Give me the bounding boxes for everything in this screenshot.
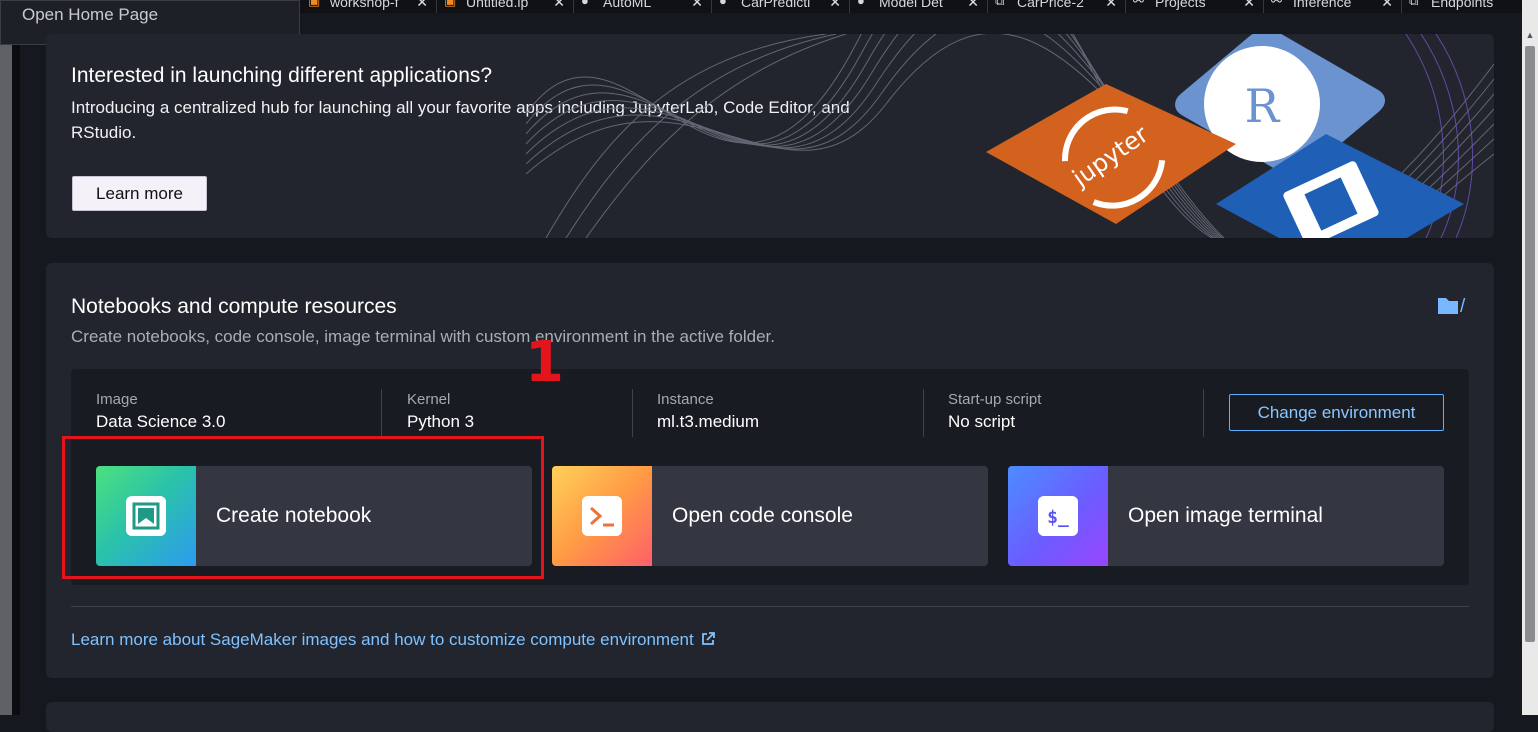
annotation-highlight-box — [62, 436, 544, 579]
r-logo-text: R — [1245, 79, 1281, 133]
terminal-icon: $_ — [1038, 496, 1078, 536]
close-icon[interactable]: ✕ — [1105, 0, 1117, 10]
next-section-card — [46, 702, 1494, 732]
tab-workshop[interactable]: ▣ workshop-f ✕ — [300, 0, 437, 13]
tab-inference[interactable]: ⚯ Inference ✕ — [1263, 0, 1402, 13]
scrollbar[interactable]: ▲ — [1522, 0, 1538, 715]
divider — [1203, 389, 1204, 437]
divider — [923, 389, 924, 437]
person-icon: ● — [581, 0, 589, 8]
open-code-console-button[interactable]: Open code console — [552, 466, 988, 566]
env-instance: Instance ml.t3.medium — [657, 391, 760, 431]
close-icon[interactable]: ✕ — [829, 0, 841, 10]
folder-path: / — [1460, 296, 1466, 317]
tab-untitled[interactable]: ▣ Untitled.ip ✕ — [436, 0, 574, 13]
external-link-icon — [702, 632, 716, 645]
apps-hub-banner: Interested in launching different applic… — [46, 34, 1494, 238]
close-icon[interactable]: ✕ — [967, 0, 979, 10]
console-icon — [582, 496, 622, 536]
person-icon: ● — [719, 0, 727, 8]
divider — [381, 389, 382, 437]
annotation-step-number: 1 — [525, 330, 564, 395]
section-title: Notebooks and compute resources — [71, 295, 397, 318]
learn-more-images-link[interactable]: Learn more about SageMaker images and ho… — [71, 630, 716, 650]
learn-more-button[interactable]: Learn more — [72, 176, 207, 211]
tab-carprice[interactable]: ⧉ CarPrice-2 ✕ — [987, 0, 1126, 13]
person-icon: ● — [857, 0, 865, 8]
env-kernel: Kernel Python 3 — [407, 391, 475, 431]
banner-title: Interested in launching different applic… — [71, 64, 493, 87]
tab-bar: ▣ workshop-f ✕ ▣ Untitled.ip ✕ ● AutoML … — [300, 0, 1522, 13]
close-icon[interactable]: ✕ — [553, 0, 565, 10]
section-subtitle: Create notebooks, code console, image te… — [71, 327, 775, 346]
cube-icon: ⧉ — [995, 0, 1005, 8]
tab-model-details[interactable]: ● Model Det ✕ — [849, 0, 988, 13]
scroll-up-arrow-icon[interactable]: ▲ — [1525, 30, 1535, 40]
close-icon[interactable]: ✕ — [1381, 0, 1393, 10]
divider — [632, 389, 633, 437]
banner-illustration: R jupyter — [526, 34, 1494, 238]
tab-endpoints[interactable]: ⧉ Endpoints — [1401, 0, 1522, 13]
left-sidebar-edge — [12, 0, 20, 715]
left-sidebar-rail — [0, 0, 12, 715]
env-image: Image Data Science 3.0 — [96, 391, 226, 431]
divider — [71, 606, 1469, 607]
terminal-glyph: $_ — [1047, 507, 1069, 528]
env-startup-script: Start-up script No script — [948, 391, 1042, 431]
scrollbar-thumb[interactable] — [1525, 46, 1535, 642]
close-icon[interactable]: ✕ — [416, 0, 428, 10]
change-environment-button[interactable]: Change environment — [1229, 394, 1444, 431]
cube-icon: ⧉ — [1409, 0, 1419, 8]
close-icon[interactable]: ✕ — [691, 0, 703, 10]
notebook-icon: ▣ — [444, 0, 457, 8]
close-icon[interactable]: ✕ — [1243, 0, 1255, 10]
tab-projects[interactable]: ⚯ Projects ✕ — [1125, 0, 1264, 13]
notebook-icon: ▣ — [308, 0, 321, 8]
share-icon: ⚯ — [1133, 0, 1144, 8]
tab-carpredict[interactable]: ● CarPredicti ✕ — [711, 0, 850, 13]
share-icon: ⚯ — [1271, 0, 1282, 8]
tab-automl[interactable]: ● AutoML ✕ — [573, 0, 712, 13]
open-image-terminal-button[interactable]: $_ Open image terminal — [1008, 466, 1444, 566]
